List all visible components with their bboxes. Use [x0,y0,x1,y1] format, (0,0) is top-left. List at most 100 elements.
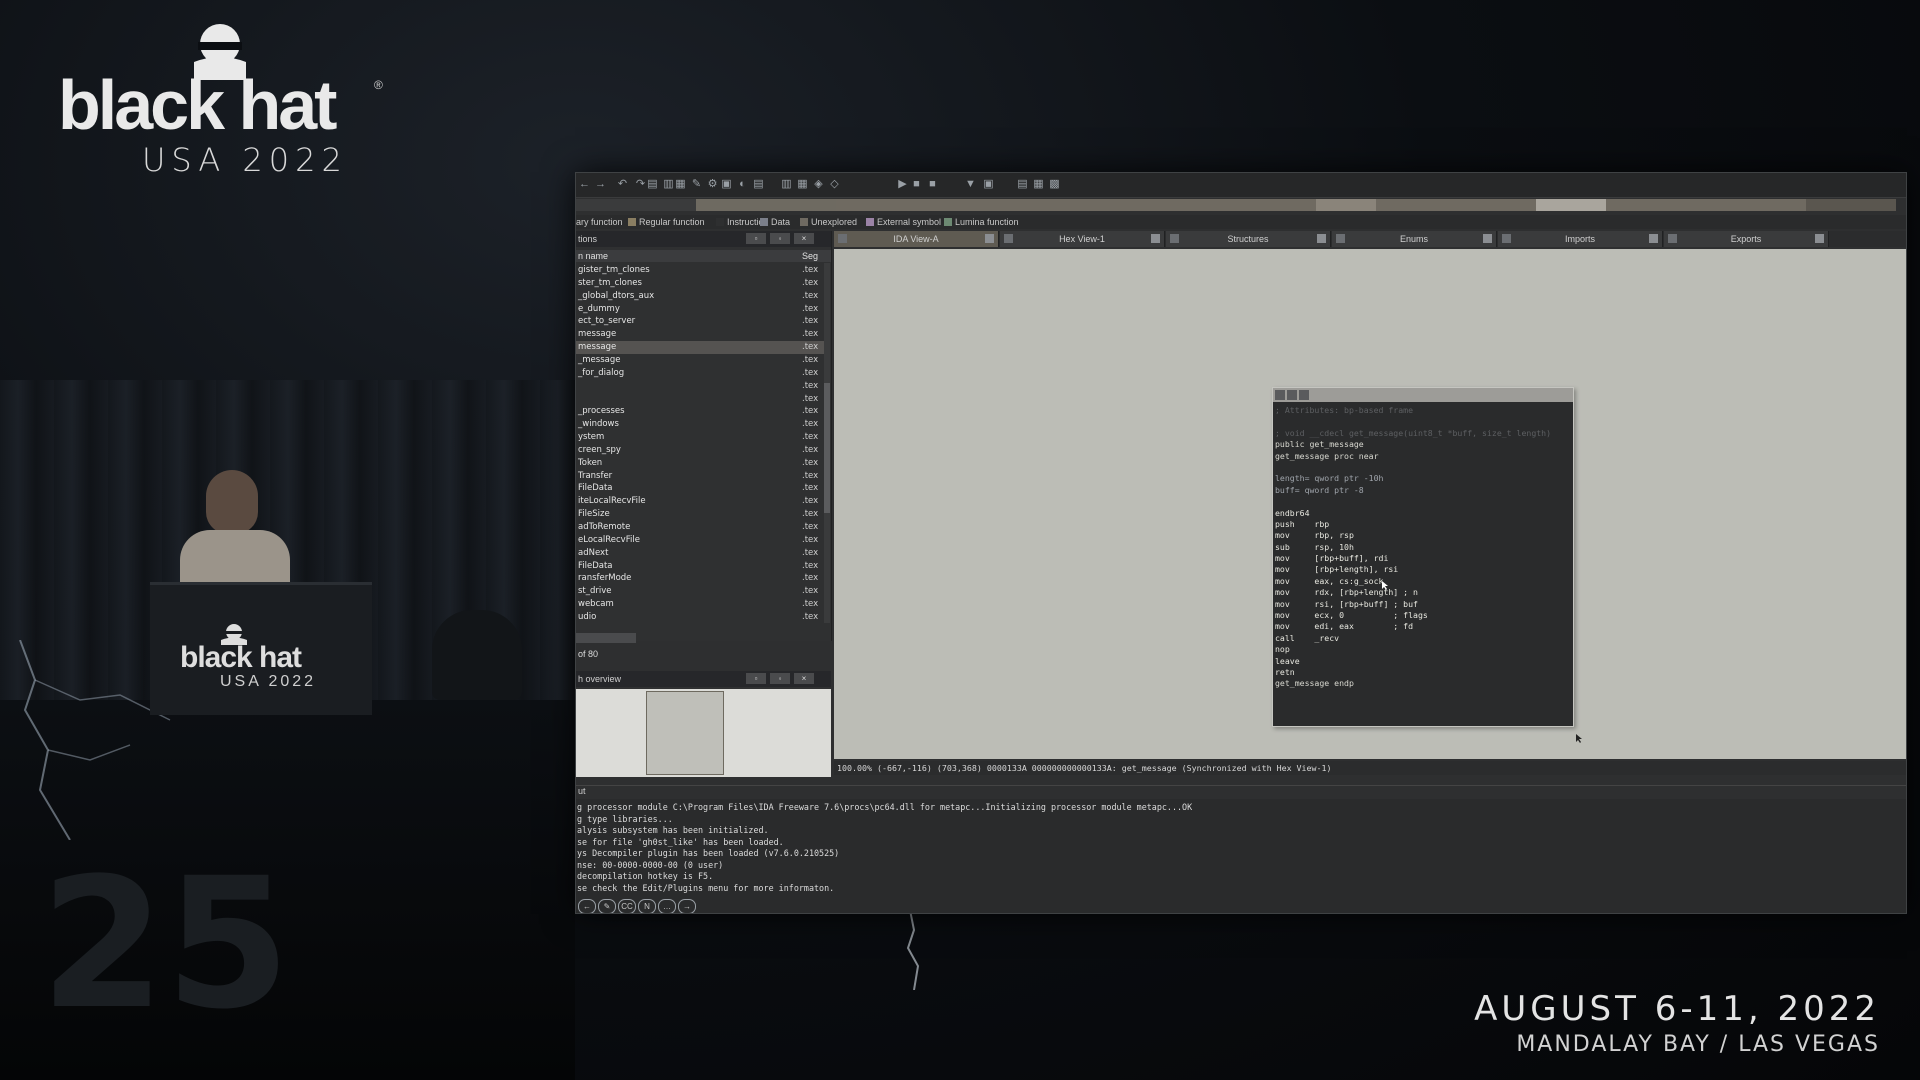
tab-exports[interactable]: Exports [1664,231,1829,247]
graph-view[interactable]: ; Attributes: bp-based frame ; void __cde… [834,249,1906,759]
function-row[interactable]: message .tex [576,341,824,354]
column-segment[interactable]: Seg [802,251,818,261]
function-row[interactable]: ransferMode .tex [576,572,824,585]
back-icon[interactable]: ← [578,899,596,913]
panel-pin-button[interactable]: ◦ [770,673,790,684]
disasm-line[interactable] [1275,416,1571,427]
function-row[interactable]: webcam .tex [576,598,824,611]
forward-icon[interactable]: → [678,899,696,913]
tab-close-icon[interactable] [985,234,994,243]
toolbar-button-icon[interactable]: ▩ [1048,178,1061,191]
tab-imports[interactable]: Imports [1498,231,1663,247]
disasm-line[interactable]: buff= qword ptr -8 [1275,485,1571,496]
disasm-line[interactable]: get_message proc near [1275,451,1571,462]
toolbar-button-icon[interactable]: ■ [910,178,923,191]
tab-structures[interactable]: Structures [1166,231,1331,247]
toolbar-button-icon[interactable]: ▦ [1032,178,1045,191]
functions-hscrollbar[interactable] [576,633,636,643]
disasm-line[interactable]: mov rdx, [rbp+length] ; n [1275,587,1571,598]
node-color-icon[interactable] [1275,390,1285,400]
function-row[interactable]: FileData .tex [576,482,824,495]
cc-icon[interactable]: CC [618,899,636,913]
toolbar-button-icon[interactable]: ▥ [780,178,793,191]
tab-close-icon[interactable] [1483,234,1492,243]
column-function-name[interactable]: n name [578,251,608,261]
toolbar-button-icon[interactable]: ▤ [646,178,659,191]
function-row[interactable]: _for_dialog .tex [576,367,824,380]
toolbar-button-icon[interactable]: ◈ [812,178,825,191]
disasm-line[interactable]: call _recv [1275,633,1571,644]
toolbar-button-icon[interactable]: ▤ [752,178,765,191]
function-row[interactable]: Token .tex [576,457,824,470]
function-row[interactable]: ect_to_server .tex [576,315,824,328]
disasm-line[interactable]: mov rsi, [rbp+buff] ; buf [1275,599,1571,610]
function-row[interactable]: ystem .tex [576,431,824,444]
disasm-line[interactable]: mov [rbp+buff], rdi [1275,553,1571,564]
panel-float-button[interactable]: ▫ [746,673,766,684]
tab-enums[interactable]: Enums [1332,231,1497,247]
disasm-line[interactable]: mov ecx, 0 ; flags [1275,610,1571,621]
function-row[interactable]: adToRemote .tex [576,521,824,534]
toolbar-button-icon[interactable]: ⚙ [706,178,719,191]
disasm-line[interactable]: nop [1275,644,1571,655]
disasm-line[interactable]: mov [rbp+length], rsi [1275,564,1571,575]
function-row[interactable]: message .tex [576,328,824,341]
slash-icon[interactable]: N [638,899,656,913]
disasm-line[interactable]: ; void __cdecl get_message(uint8_t *buff… [1275,428,1571,439]
disasm-line[interactable]: sub rsp, 10h [1275,542,1571,553]
function-row[interactable]: udio .tex [576,611,824,624]
output-window[interactable]: g processor module C:\Program Files\IDA … [576,799,1906,899]
disasm-line[interactable]: endbr64 [1275,508,1571,519]
toolbar-button-icon[interactable]: ▦ [674,178,687,191]
disasm-line[interactable]: mov eax, cs:g_sock [1275,576,1571,587]
functions-column-header[interactable]: n name Seg [576,250,831,262]
toolbar-button-icon[interactable]: ✎ [690,178,703,191]
navigation-band[interactable] [576,199,1896,211]
panel-close-button[interactable]: × [794,673,814,684]
function-row[interactable]: _message .tex [576,354,824,367]
toolbar-button-icon[interactable]: → [594,178,607,191]
function-row[interactable]: FileSize .tex [576,508,824,521]
disasm-line[interactable]: get_message endp [1275,678,1571,689]
panel-close-button[interactable]: × [794,233,814,244]
disasm-line[interactable]: mov edi, eax ; fd [1275,621,1571,632]
function-row[interactable]: ster_tm_clones .tex [576,277,824,290]
tab-close-icon[interactable] [1815,234,1824,243]
node-rename-icon[interactable] [1287,390,1297,400]
tab-close-icon[interactable] [1649,234,1658,243]
toolbar-button-icon[interactable]: ◇ [828,178,841,191]
more-icon[interactable]: … [658,899,676,913]
disassembly-listing[interactable]: ; Attributes: bp-based frame ; void __cde… [1275,405,1571,690]
edit-icon[interactable]: ✎ [598,899,616,913]
function-row[interactable]: creen_spy .tex [576,444,824,457]
disasm-line[interactable]: public get_message [1275,439,1571,450]
graph-overview-area[interactable] [576,689,831,777]
scrollbar-thumb[interactable] [824,383,830,513]
toolbar-button-icon[interactable]: ▼ [964,178,977,191]
graph-overview-viewport[interactable] [646,691,724,775]
function-row[interactable]: .tex [576,380,824,393]
tab-close-icon[interactable] [1151,234,1160,243]
function-row[interactable]: _processes .tex [576,405,824,418]
panel-float-button[interactable]: ▫ [746,233,766,244]
function-row[interactable]: FileData .tex [576,560,824,573]
function-row[interactable]: gister_tm_clones .tex [576,264,824,277]
toolbar-button-icon[interactable]: ▦ [796,178,809,191]
function-row[interactable]: _global_dtors_aux .tex [576,290,824,303]
function-row[interactable]: eLocalRecvFile .tex [576,534,824,547]
disasm-line[interactable]: leave [1275,656,1571,667]
disasm-line[interactable]: length= qword ptr -10h [1275,473,1571,484]
toolbar-button-icon[interactable]: ↶ [616,178,629,191]
node-collapse-icon[interactable] [1299,390,1309,400]
function-row[interactable]: iteLocalRecvFile .tex [576,495,824,508]
function-row[interactable]: st_drive .tex [576,585,824,598]
disasm-line[interactable] [1275,496,1571,507]
function-row[interactable]: e_dummy .tex [576,303,824,316]
tab-ida-view-a[interactable]: IDA View-A [834,231,999,247]
toolbar-button-icon[interactable]: ▣ [720,178,733,191]
toolbar-button-icon[interactable]: ▣ [982,178,995,191]
function-row[interactable]: .tex [576,393,824,406]
toolbar-button-icon[interactable]: ▶ [896,178,909,191]
toolbar-button-icon[interactable]: ◐ [736,178,749,191]
disasm-line[interactable]: mov rbp, rsp [1275,530,1571,541]
